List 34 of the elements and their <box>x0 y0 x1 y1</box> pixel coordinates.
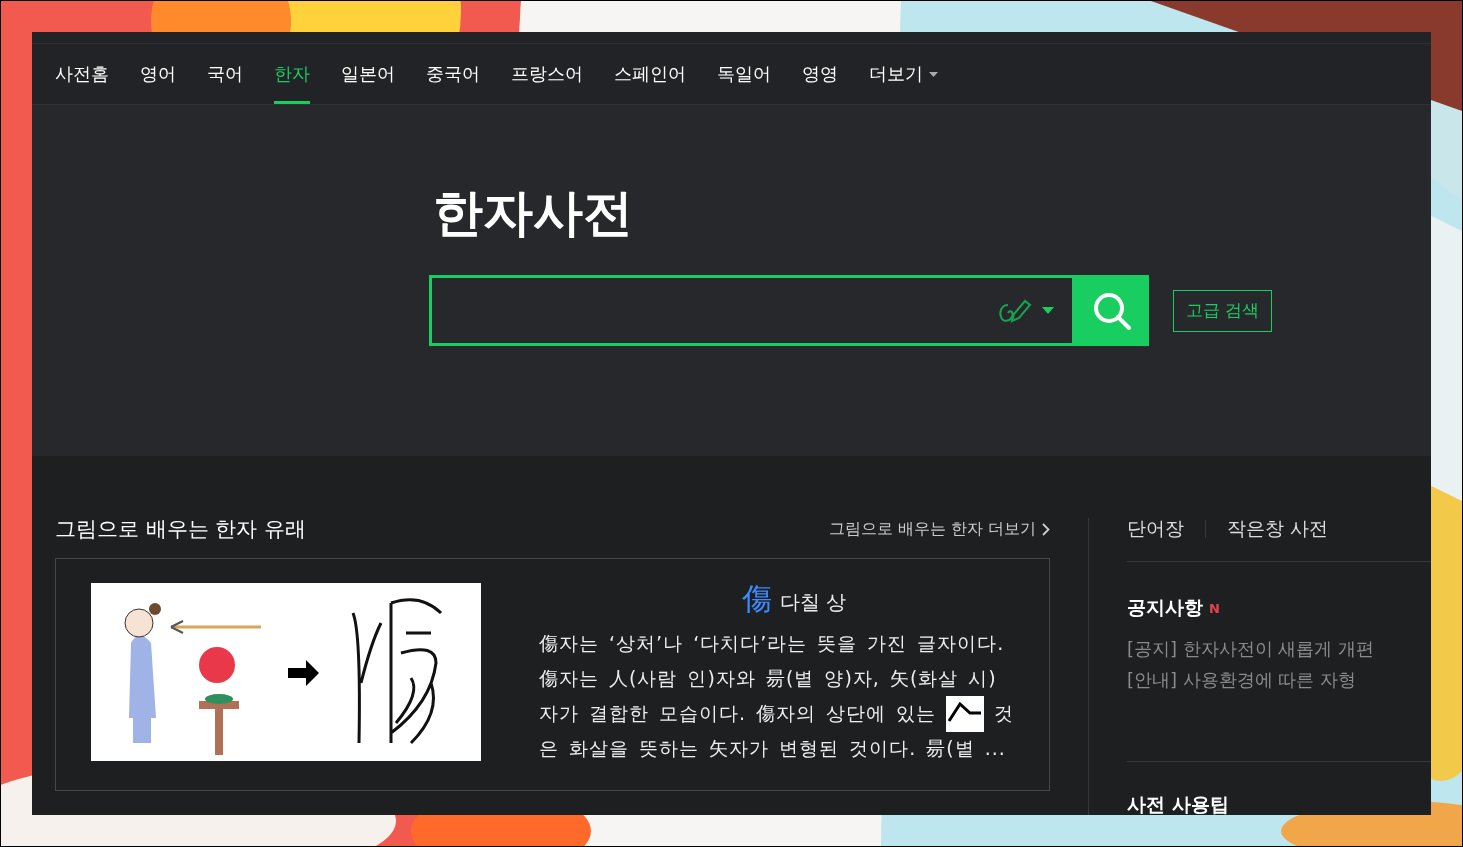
chevron-right-icon <box>1042 522 1050 536</box>
nav-tab[interactable]: 중국어 <box>426 44 480 104</box>
hanja-description: 傷자는 人(사람 인)자와 昜(볕 양)자, 矢(화살 시) <box>539 665 997 691</box>
hanja-character: 傷 <box>741 580 772 618</box>
hanja-description: 것 <box>994 700 1015 726</box>
seal-stroke-icon <box>946 695 985 732</box>
new-label: N <box>1209 600 1220 616</box>
vocabulary-link[interactable]: 단어장 <box>1127 516 1184 542</box>
notice-title: 공지사항 <box>1127 595 1203 620</box>
more-link[interactable]: 그림으로 배우는 한자 더보기 <box>828 518 1050 540</box>
search-field[interactable] <box>429 275 1075 346</box>
hanja-description: 자가 결합한 모습이다. 傷자의 상단에 있는 <box>539 700 937 726</box>
notice-item[interactable]: [공지] 한자사전이 새롭게 개편 <box>1127 633 1431 664</box>
caret-icon <box>929 71 938 77</box>
nav-tab[interactable]: 스페인어 <box>614 44 686 104</box>
caret-icon <box>1042 307 1054 314</box>
nav-tab[interactable]: 독일어 <box>717 44 771 104</box>
nav-tab[interactable]: 사전홈 <box>55 44 109 104</box>
section-title: 그림으로 배우는 한자 유래 <box>55 516 307 543</box>
nav-tab[interactable]: 국어 <box>207 44 243 104</box>
nav-tab[interactable]: 일본어 <box>341 44 395 104</box>
hanja-description: 傷자는 ‘상처’나 ‘다치다’라는 뜻을 가진 글자이다. <box>539 630 1005 656</box>
page-title: 한자사전 <box>433 183 634 243</box>
more-menu[interactable]: 더보기 <box>869 44 938 104</box>
hanja-meaning: 다칠 상 <box>779 589 847 616</box>
nav-tab[interactable]: 영영 <box>802 44 838 104</box>
advanced-search-button[interactable]: 고급 검색 <box>1173 289 1273 332</box>
notice-item[interactable]: [안내] 사용환경에 따른 자형 <box>1127 664 1431 695</box>
search-icon <box>1092 290 1132 331</box>
hanja-description: 은 화살을 뜻하는 矢자가 변형된 것이다. 昜(볕 ... <box>539 735 1006 761</box>
section-title: 사전 사용팁 <box>1127 792 1230 815</box>
nav-tab[interactable]: 영어 <box>140 44 176 104</box>
mini-dictionary-link[interactable]: 작은창 사전 <box>1227 516 1329 542</box>
nav-tab[interactable]: 프랑스어 <box>511 44 583 104</box>
